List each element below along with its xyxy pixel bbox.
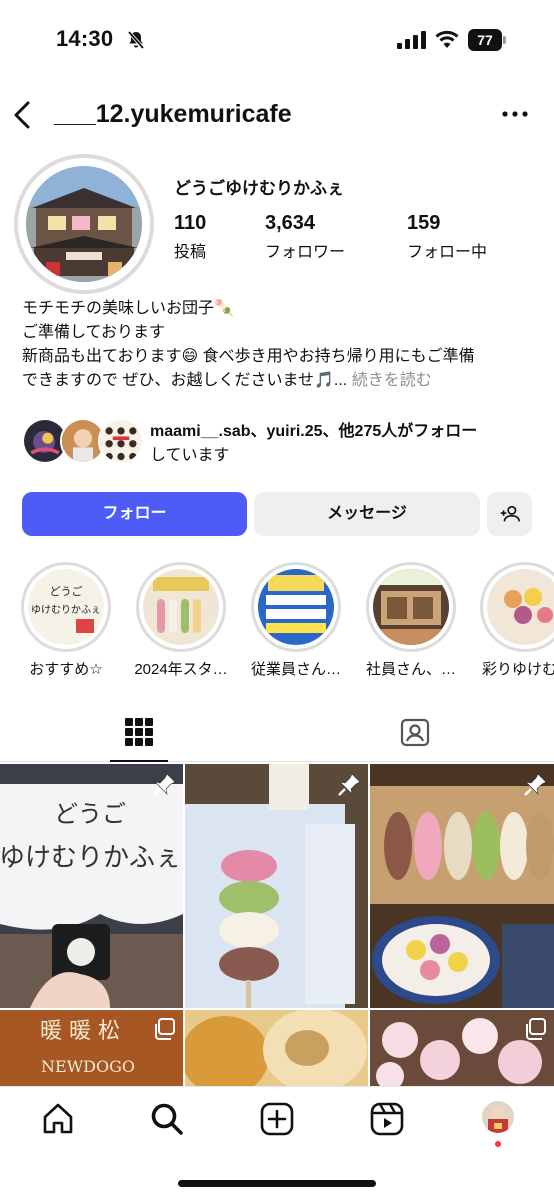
stat-followers[interactable]: 3,634 フォロワー	[265, 212, 345, 262]
pin-icon	[524, 773, 547, 796]
avatar-image	[26, 166, 142, 282]
notification-dot	[495, 1141, 501, 1147]
highlight-item[interactable]: 社員さん、…	[363, 562, 459, 679]
battery-icon: 77	[468, 29, 506, 51]
post-image	[370, 764, 554, 1008]
pin-icon	[153, 773, 176, 796]
stat-following-count: 159	[407, 212, 441, 234]
stat-following[interactable]: 159 フォロー中	[407, 212, 487, 262]
profile-avatar[interactable]	[14, 154, 154, 294]
bio-line: できますので ぜひ、お越しくださいませ🎵...	[22, 372, 348, 389]
reels-icon[interactable]	[369, 1101, 405, 1137]
svg-text:どうご: どうご	[50, 584, 83, 598]
status-time: 14:30	[56, 26, 114, 51]
post-thumbnail[interactable]	[185, 1010, 368, 1086]
svg-text:暖 暖 松: 暖 暖 松	[40, 1019, 120, 1044]
grid-icon	[125, 718, 153, 746]
svg-text:ゆけむりかふぇ: ゆけむりかふぇ	[0, 843, 181, 873]
stat-following-label: フォロー中	[407, 244, 488, 261]
profile-avatar-tab[interactable]	[482, 1101, 514, 1133]
stat-posts-label: 投稿	[174, 244, 207, 261]
bio-line: モチモチの美味しいお団子🍡	[22, 300, 234, 317]
highlight-item[interactable]: 従業員さん…	[248, 562, 344, 679]
posts-grid: どうご ゆけむりかふぇ 暖 暖 松 NEWDOGO	[0, 764, 554, 1086]
profile-header: ___12.yukemuricafe	[0, 90, 554, 140]
highlight-label: 社員さん、…	[365, 661, 456, 678]
highlight-cover: どうご ゆけむりかふぇ	[28, 569, 104, 645]
back-arrow-icon[interactable]	[8, 98, 38, 132]
profile-username: ___12.yukemuricafe	[54, 100, 292, 128]
svg-text:どうご: どうご	[54, 800, 126, 828]
highlight-item[interactable]: どうご ゆけむりかふぇ おすすめ☆	[18, 562, 114, 679]
bio-line: ご準備しております	[22, 324, 166, 341]
post-thumbnail[interactable]: どうご ゆけむりかふぇ	[0, 764, 183, 1008]
post-image	[185, 764, 368, 1008]
mutual-followers-suffix: しています	[150, 447, 230, 464]
stat-posts-count: 110	[174, 212, 207, 234]
battery-level: 77	[468, 29, 502, 51]
bio-line-last: できますので ぜひ、お越しくださいませ🎵... 続きを読む	[22, 369, 542, 393]
cellular-signal-icon	[397, 31, 426, 49]
add-person-icon	[500, 505, 520, 522]
pin-icon	[338, 773, 361, 796]
highlight-label: 従業員さん…	[250, 661, 341, 678]
highlight-label: おすすめ☆	[29, 661, 103, 678]
bio-read-more-link[interactable]: 続きを読む	[352, 372, 432, 389]
highlight-label: 彩りゆけむ	[482, 661, 554, 678]
mutual-followers[interactable]: maami__.sab、yuiri.25、他275人がフォロー しています	[22, 418, 542, 468]
post-thumbnail[interactable]	[370, 764, 554, 1008]
status-bar: 14:30 77	[0, 0, 554, 80]
post-thumbnail[interactable]	[185, 764, 368, 1008]
home-icon[interactable]	[40, 1101, 76, 1137]
suggest-people-button[interactable]	[487, 492, 532, 536]
more-options-icon[interactable]	[500, 102, 530, 126]
tagged-person-icon	[400, 718, 430, 747]
profile-display-name: どうごゆけむりかふぇ	[174, 179, 344, 198]
svg-text:NEWDOGO: NEWDOGO	[41, 1057, 135, 1076]
home-indicator	[178, 1180, 376, 1187]
highlight-label: 2024年スタ…	[134, 661, 228, 678]
bio-line: 新商品も出ております😄 食べ歩き用やお持ち帰り用にもご準備	[22, 348, 475, 365]
wifi-icon	[435, 30, 459, 48]
post-thumbnail[interactable]: 暖 暖 松 NEWDOGO	[0, 1010, 183, 1086]
post-image	[185, 1010, 368, 1086]
stat-followers-label: フォロワー	[265, 244, 346, 261]
bell-muted-icon	[127, 30, 145, 50]
svg-text:ゆけむりかふぇ: ゆけむりかふぇ	[31, 604, 101, 616]
post-image: どうご ゆけむりかふぇ	[0, 764, 183, 1008]
profile-tabs	[0, 710, 554, 762]
follow-button[interactable]: フォロー	[22, 492, 247, 536]
highlight-cover	[487, 569, 554, 645]
search-icon[interactable]	[149, 1101, 185, 1137]
multiple-images-icon	[526, 1018, 546, 1040]
create-post-icon[interactable]	[259, 1101, 295, 1137]
message-button[interactable]: メッセージ	[254, 492, 480, 536]
profile-bio: モチモチの美味しいお団子🍡 ご準備しております 新商品も出ております😄 食べ歩き…	[22, 297, 542, 393]
mutual-avatar	[98, 418, 144, 464]
post-thumbnail[interactable]	[370, 1010, 554, 1086]
stat-posts[interactable]: 110 投稿	[174, 212, 206, 262]
mutual-followers-names: maami__.sab、yuiri.25、他275人がフォロー	[150, 423, 478, 440]
highlight-cover	[143, 569, 219, 645]
tab-tagged[interactable]	[388, 710, 446, 762]
highlight-cover	[258, 569, 334, 645]
tab-posts-grid[interactable]	[110, 710, 168, 762]
highlight-item[interactable]: 2024年スタ…	[133, 562, 229, 679]
highlight-cover	[373, 569, 449, 645]
highlight-item[interactable]: 彩りゆけむ	[478, 562, 554, 679]
multiple-images-icon	[155, 1018, 175, 1040]
stat-followers-count: 3,634	[265, 212, 316, 234]
